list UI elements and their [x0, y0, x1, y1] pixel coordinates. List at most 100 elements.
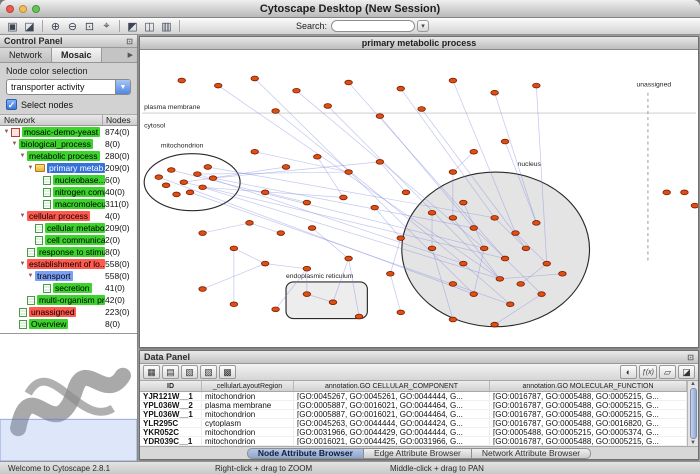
network-node[interactable] [340, 195, 348, 200]
network-edge[interactable] [390, 274, 400, 313]
network-node[interactable] [303, 292, 311, 297]
network-node[interactable] [496, 277, 504, 282]
tree-row[interactable]: ▼primary metab...209(0) [0, 162, 137, 174]
zoom-out-icon[interactable]: ⊖ [64, 19, 81, 33]
tree-row[interactable]: secretion41(0) [0, 282, 137, 294]
tree-row[interactable]: ▼mosaic-demo-yeast874(0) [0, 126, 137, 138]
open-session-icon[interactable]: ▣ [4, 19, 21, 33]
clear-selection-icon[interactable]: ▩ [219, 365, 236, 379]
network-edge[interactable] [265, 264, 307, 269]
network-node[interactable] [517, 282, 525, 287]
network-node[interactable] [491, 215, 499, 220]
network-node[interactable] [204, 165, 212, 170]
network-node[interactable] [230, 302, 238, 307]
network-node[interactable] [449, 78, 457, 83]
network-node[interactable] [460, 261, 468, 266]
network-node[interactable] [272, 307, 280, 312]
network-node[interactable] [559, 271, 567, 276]
network-node[interactable] [314, 154, 322, 159]
network-node[interactable] [397, 310, 405, 315]
network-node[interactable] [345, 256, 353, 261]
network-node[interactable] [345, 170, 353, 175]
select-nodes-checkbox[interactable]: ✓ [6, 99, 17, 110]
tree-row[interactable]: Overview8(0) [0, 318, 137, 330]
network-node[interactable] [173, 192, 181, 197]
network-node[interactable] [199, 287, 207, 292]
network-node[interactable] [246, 221, 254, 226]
network-edge[interactable] [276, 111, 464, 264]
network-node[interactable] [261, 261, 269, 266]
network-node[interactable] [209, 176, 217, 181]
network-node[interactable] [303, 200, 311, 205]
tree-row[interactable]: ▼cellular process4(0) [0, 210, 137, 222]
tree-row[interactable]: ▼metabolic process280(0) [0, 150, 137, 162]
network-node[interactable] [449, 282, 457, 287]
tab-network[interactable]: Network [0, 48, 52, 62]
network-node[interactable] [418, 107, 426, 112]
network-node[interactable] [491, 322, 499, 327]
network-node[interactable] [507, 302, 515, 307]
select-attributes-icon[interactable]: ▦ [143, 365, 160, 379]
tab-mosaic[interactable]: Mosaic [52, 48, 102, 62]
expander-icon[interactable]: ▼ [10, 141, 19, 147]
network-node[interactable] [460, 200, 468, 205]
network-node[interactable] [251, 149, 259, 154]
column-header[interactable]: annotation.GO MOLECULAR_FUNCTION [490, 381, 687, 391]
network-node[interactable] [533, 221, 541, 226]
chevron-down-icon[interactable]: ▼ [115, 80, 130, 94]
save-attributes-icon[interactable]: ◪ [678, 365, 695, 379]
tree-row[interactable]: multi-organism pro...42(0) [0, 294, 137, 306]
zoom-window-icon[interactable] [32, 5, 40, 13]
network-node[interactable] [293, 88, 301, 93]
network-node[interactable] [162, 183, 170, 188]
network-node[interactable] [428, 210, 436, 215]
tree-row[interactable]: ▼establishment of lo...558(0) [0, 258, 137, 270]
vizmapper-icon[interactable]: ▥ [158, 19, 175, 33]
network-node[interactable] [376, 160, 384, 165]
zoom-in-icon[interactable]: ⊕ [47, 19, 64, 33]
network-node[interactable] [261, 190, 269, 195]
network-node[interactable] [155, 175, 163, 180]
tab-edge-attribute-browser[interactable]: Edge Attribute Browser [364, 448, 472, 459]
network-node[interactable] [303, 266, 311, 271]
network-node[interactable] [480, 246, 488, 251]
column-header[interactable]: annotation.GO CELLULAR_COMPONENT [294, 381, 490, 391]
network-node[interactable] [371, 205, 379, 210]
formula-builder-icon[interactable]: ƒ(x) [639, 365, 657, 379]
tree-column-network[interactable]: Network [0, 115, 103, 125]
expander-icon[interactable]: ▼ [18, 261, 27, 267]
network-node[interactable] [449, 170, 457, 175]
expander-icon[interactable]: ▼ [18, 153, 27, 159]
tab-node-attribute-browser[interactable]: Node Attribute Browser [247, 448, 364, 459]
expander-icon[interactable]: ▼ [2, 129, 11, 135]
tree-row[interactable]: ▼transport558(0) [0, 270, 137, 282]
network-node[interactable] [470, 292, 478, 297]
network-node[interactable] [402, 190, 410, 195]
network-node[interactable] [512, 231, 520, 236]
network-node[interactable] [397, 236, 405, 241]
network-overview-thumbnail[interactable] [0, 334, 137, 461]
network-node[interactable] [691, 203, 698, 208]
network-view-icon[interactable]: ◫ [141, 19, 158, 33]
network-edge[interactable] [375, 208, 401, 239]
network-node[interactable] [230, 246, 238, 251]
network-node[interactable] [376, 114, 384, 119]
network-node[interactable] [199, 185, 207, 190]
scrollbar-thumb[interactable] [690, 388, 697, 439]
network-node[interactable] [324, 104, 332, 109]
network-node[interactable] [397, 86, 405, 91]
network-node[interactable] [251, 76, 259, 81]
network-node[interactable] [186, 190, 194, 195]
table-row[interactable]: YDR039C__1mitochondrion[GO:0016021, GO:0… [140, 437, 687, 446]
network-node[interactable] [681, 190, 689, 195]
new-attribute-icon[interactable]: ▧ [181, 365, 198, 379]
tree-row[interactable]: nucleobase...6(0) [0, 174, 137, 186]
network-node[interactable] [663, 190, 671, 195]
column-header[interactable]: _cellularLayoutRegion [202, 381, 294, 391]
network-edge[interactable] [265, 192, 307, 202]
network-overview[interactable] [0, 333, 137, 461]
network-view-title[interactable]: primary metabolic process [140, 37, 698, 50]
table-row[interactable]: YPL036W__2plasma membrane[GO:0005887, GO… [140, 401, 687, 410]
network-node[interactable] [194, 172, 202, 177]
network-node[interactable] [308, 226, 316, 231]
